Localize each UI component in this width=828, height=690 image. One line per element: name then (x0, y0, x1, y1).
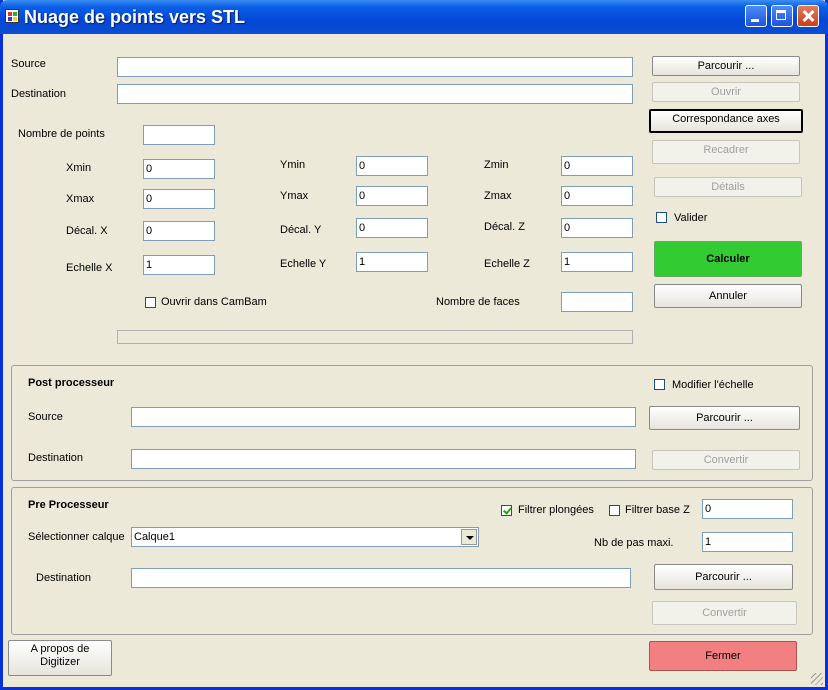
echelle-y-field[interactable]: 1 (356, 252, 428, 272)
nb-pas-field[interactable]: 1 (702, 532, 793, 552)
decal-y-label: Décal. Y (280, 224, 322, 236)
pre-processeur-title: Pre Processeur (28, 499, 109, 511)
zmax-label: Zmax (484, 190, 512, 202)
source-input[interactable] (117, 57, 633, 77)
ymin-label: Ymin (280, 159, 306, 171)
calque-select-value: Calque1 (134, 531, 175, 543)
decal-x-label: Décal. X (66, 225, 108, 237)
app-icon[interactable] (5, 9, 19, 23)
echelle-y-label: Echelle Y (280, 258, 327, 270)
maximize-button[interactable] (771, 5, 793, 27)
decal-z-label: Décal. Z (484, 221, 525, 233)
post-destination-input[interactable] (131, 449, 636, 469)
pre-destination-input[interactable] (131, 568, 631, 588)
ouvrir-button[interactable]: Ouvrir (652, 82, 800, 102)
resize-grip-icon[interactable] (811, 673, 823, 685)
ymax-label: Ymax (280, 190, 309, 202)
decal-y-field[interactable]: 0 (356, 218, 428, 238)
valider-label[interactable]: Valider (674, 212, 707, 224)
destination-label: Destination (11, 88, 67, 100)
ymin-field[interactable]: 0 (356, 156, 428, 176)
nb-faces-label: Nombre de faces (436, 296, 520, 308)
calque-label: Sélectionner calque (28, 531, 125, 543)
pre-destination-label: Destination (36, 572, 92, 584)
calque-select[interactable]: Calque1 (131, 527, 479, 547)
xmin-label: Xmin (66, 162, 92, 174)
post-parcourir-button[interactable]: Parcourir ... (649, 406, 800, 430)
ouvrir-cambam-label[interactable]: Ouvrir dans CamBam (161, 296, 267, 308)
echelle-x-field[interactable]: 1 (143, 255, 215, 275)
echelle-x-label: Echelle X (66, 262, 113, 274)
chevron-down-icon[interactable] (461, 529, 477, 545)
filtrer-base-z-checkbox[interactable] (609, 505, 620, 516)
valider-checkbox[interactable] (656, 212, 667, 223)
fermer-button[interactable]: Fermer (649, 641, 797, 671)
window-title: Nuage de points vers STL (24, 7, 246, 27)
pre-parcourir-button[interactable]: Parcourir ... (654, 564, 793, 590)
source-label: Source (11, 58, 46, 70)
minimize-button[interactable] (745, 5, 767, 27)
a-propos-line2: Digitizer (40, 656, 80, 668)
xmax-label: Xmax (66, 193, 95, 205)
post-destination-label: Destination (28, 452, 84, 464)
xmax-field[interactable]: 0 (143, 189, 215, 209)
calculer-button[interactable]: Calculer (654, 241, 802, 277)
filtrer-plongees-checkbox[interactable] (501, 505, 512, 516)
xmin-field[interactable]: 0 (143, 159, 215, 179)
post-convertir-button[interactable]: Convertir (652, 450, 800, 470)
a-propos-button[interactable]: A propos de Digitizer (8, 640, 112, 676)
title-bar[interactable]: Nuage de points vers STL (0, 0, 828, 34)
modifier-echelle-label[interactable]: Modifier l'échelle (672, 379, 754, 391)
nb-pas-label: Nb de pas maxi. (594, 537, 674, 549)
decal-z-field[interactable]: 0 (561, 218, 633, 238)
zmin-label: Zmin (484, 159, 509, 171)
zmin-field[interactable]: 0 (561, 156, 633, 176)
post-source-input[interactable] (131, 407, 636, 427)
ymax-field[interactable]: 0 (356, 186, 428, 206)
echelle-z-field[interactable]: 1 (561, 252, 633, 272)
filtrer-base-z-label[interactable]: Filtrer base Z (625, 504, 690, 516)
echelle-z-label: Echelle Z (484, 258, 530, 270)
modifier-echelle-checkbox[interactable] (654, 379, 665, 390)
recadrer-button[interactable]: Recadrer (652, 140, 800, 164)
main-window: Nuage de points vers STL Source Destinat… (0, 0, 828, 690)
post-source-label: Source (28, 411, 63, 423)
post-processeur-title: Post processeur (28, 377, 115, 389)
parcourir-button[interactable]: Parcourir ... (652, 56, 800, 76)
ouvrir-cambam-checkbox[interactable] (145, 297, 156, 308)
zmax-field[interactable]: 0 (561, 186, 633, 206)
nb-points-field[interactable] (143, 125, 215, 145)
decal-x-field[interactable]: 0 (143, 221, 215, 241)
correspondance-axes-button[interactable]: Correspondance axes (649, 109, 803, 133)
a-propos-line1: A propos de (30, 643, 90, 655)
annuler-button[interactable]: Annuler (654, 284, 802, 308)
destination-input[interactable] (117, 84, 633, 104)
details-button[interactable]: Détails (654, 177, 802, 197)
progress-bar (117, 330, 633, 344)
nb-points-label: Nombre de points (18, 128, 105, 140)
close-button[interactable] (797, 5, 819, 27)
nb-faces-field[interactable] (561, 292, 633, 312)
pre-convertir-button[interactable]: Convertir (652, 601, 797, 625)
filtrer-plongees-label[interactable]: Filtrer plongées (518, 504, 594, 516)
base-z-field[interactable]: 0 (702, 499, 793, 519)
